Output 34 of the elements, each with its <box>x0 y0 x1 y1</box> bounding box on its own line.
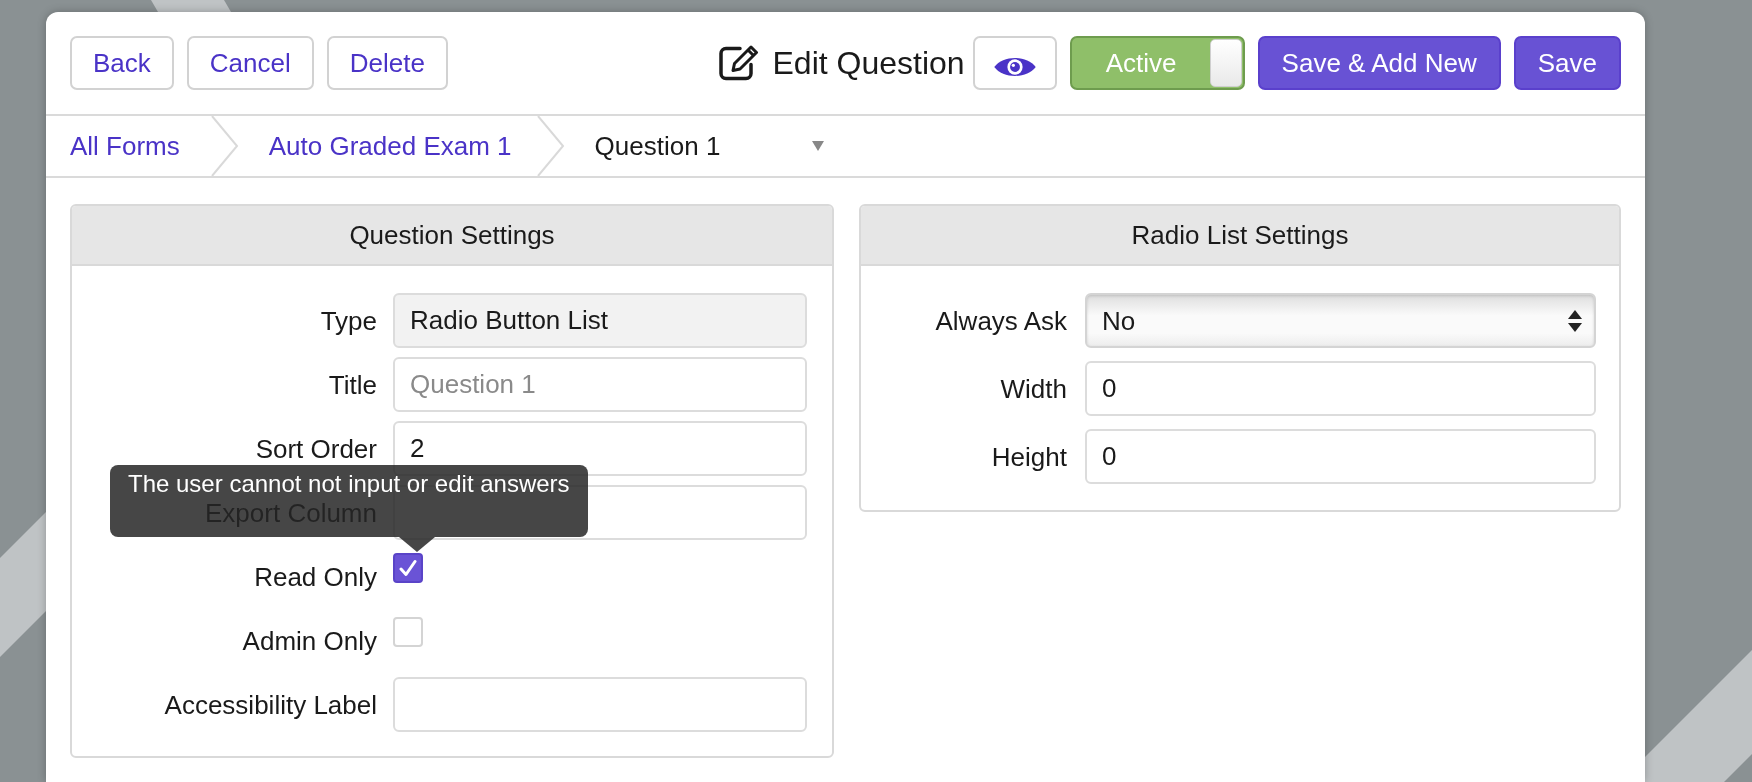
field-label: Accessibility Label <box>164 691 377 718</box>
up-down-arrows-icon <box>1568 309 1582 332</box>
checkbox[interactable] <box>393 553 423 583</box>
breadcrumb-item[interactable]: Question 1 <box>564 116 850 176</box>
panel-header: Radio List Settings <box>861 206 1619 266</box>
field-label: Type <box>320 307 377 334</box>
field-label: Height <box>991 443 1067 470</box>
panel-header: Question Settings <box>72 206 832 266</box>
checkmark-icon <box>399 559 417 577</box>
preview-button[interactable] <box>972 36 1057 90</box>
field-label: Width <box>1000 375 1067 402</box>
back-button[interactable]: Back <box>70 36 174 90</box>
breadcrumb-item[interactable]: Auto Graded Exam 1 <box>238 116 537 176</box>
text-field[interactable] <box>393 677 807 732</box>
field-label: Sort Order <box>255 435 377 462</box>
field-label: Read Only <box>254 563 377 590</box>
field-label: Title <box>328 371 377 398</box>
breadcrumb-item[interactable]: All Forms <box>70 116 211 176</box>
eye-icon <box>993 55 1036 79</box>
pencil-square-icon <box>718 45 759 81</box>
field-label: Admin Only <box>242 627 377 654</box>
toggle-knob[interactable] <box>1209 39 1242 87</box>
caret-icon <box>812 141 825 151</box>
field-label: Always Ask <box>935 307 1067 334</box>
delete-button[interactable]: Delete <box>326 36 448 90</box>
select-field[interactable]: No <box>1085 293 1596 348</box>
text-field[interactable]: 2 <box>393 421 807 476</box>
save-button[interactable]: Save <box>1513 36 1621 90</box>
page-title: Edit Question <box>772 47 965 79</box>
text-field[interactable]: 0 <box>1085 361 1596 416</box>
cancel-button[interactable]: Cancel <box>186 36 314 90</box>
save-and-add-new-button[interactable]: Save & Add New <box>1257 36 1501 90</box>
text-field[interactable]: 0 <box>1085 429 1596 484</box>
text-field[interactable]: Question 1 <box>393 357 807 412</box>
